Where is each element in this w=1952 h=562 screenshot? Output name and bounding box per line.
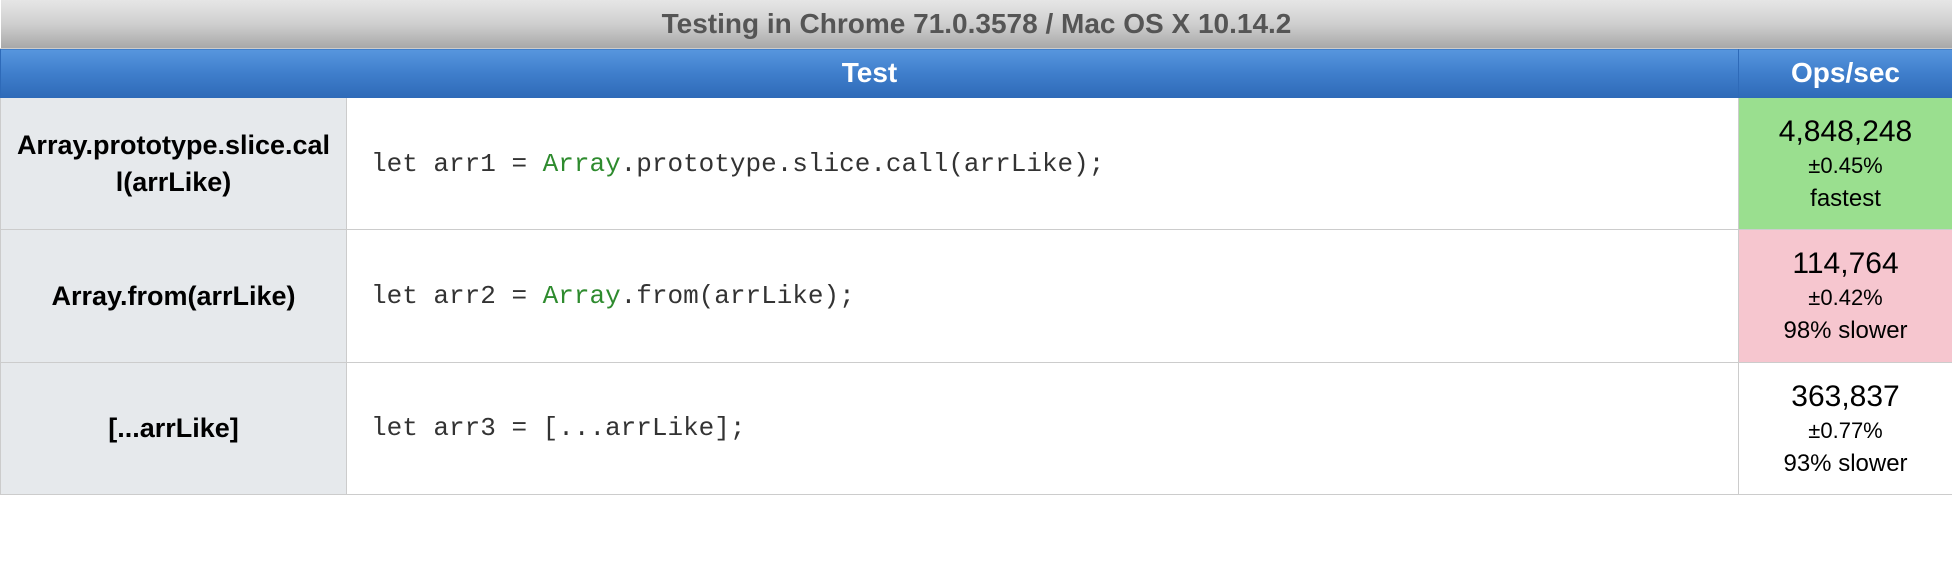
test-result: 114,764 ±0.42% 98% slower [1739, 230, 1952, 362]
test-name: Array.from(arrLike) [1, 230, 347, 362]
column-header-ops: Ops/sec [1739, 49, 1952, 98]
code-token: arr1 [433, 149, 495, 179]
ops-value: 4,848,248 [1747, 112, 1944, 151]
ops-status: 98% slower [1747, 314, 1944, 348]
test-code: let arr1 = Array.prototype.slice.call(ar… [347, 98, 1739, 230]
test-name: Array.prototype.slice.call(arrLike) [1, 98, 347, 230]
code-token: .from(arrLike); [621, 281, 855, 311]
ops-margin: ±0.77% [1747, 416, 1944, 447]
code-token: = [496, 149, 543, 179]
code-token: [...arrLike]; [543, 413, 746, 443]
ops-value: 114,764 [1747, 244, 1944, 283]
code-token: Array [543, 149, 621, 179]
test-result: 4,848,248 ±0.45% fastest [1739, 98, 1952, 230]
ops-margin: ±0.42% [1747, 283, 1944, 314]
table-row: [...arrLike] let arr3 = [...arrLike]; 36… [1, 362, 1952, 494]
test-result: 363,837 ±0.77% 93% slower [1739, 362, 1952, 494]
ops-value: 363,837 [1747, 377, 1944, 416]
ops-margin: ±0.45% [1747, 151, 1944, 182]
table-row: Array.prototype.slice.call(arrLike) let … [1, 98, 1952, 230]
code-token: arr2 [433, 281, 495, 311]
code-token: let [371, 281, 418, 311]
code-token: let [371, 149, 418, 179]
table-title: Testing in Chrome 71.0.3578 / Mac OS X 1… [1, 0, 1952, 49]
code-token: .prototype.slice.call(arrLike); [621, 149, 1105, 179]
ops-status: fastest [1747, 182, 1944, 216]
ops-status: 93% slower [1747, 447, 1944, 481]
code-token: arr3 [433, 413, 495, 443]
code-token: let [371, 413, 418, 443]
code-token: = [496, 413, 543, 443]
test-name: [...arrLike] [1, 362, 347, 494]
table-row: Array.from(arrLike) let arr2 = Array.fro… [1, 230, 1952, 362]
column-header-test: Test [1, 49, 1739, 98]
test-code: let arr3 = [...arrLike]; [347, 362, 1739, 494]
code-token: Array [543, 281, 621, 311]
benchmark-table: Testing in Chrome 71.0.3578 / Mac OS X 1… [0, 0, 1952, 495]
code-token: = [496, 281, 543, 311]
test-code: let arr2 = Array.from(arrLike); [347, 230, 1739, 362]
